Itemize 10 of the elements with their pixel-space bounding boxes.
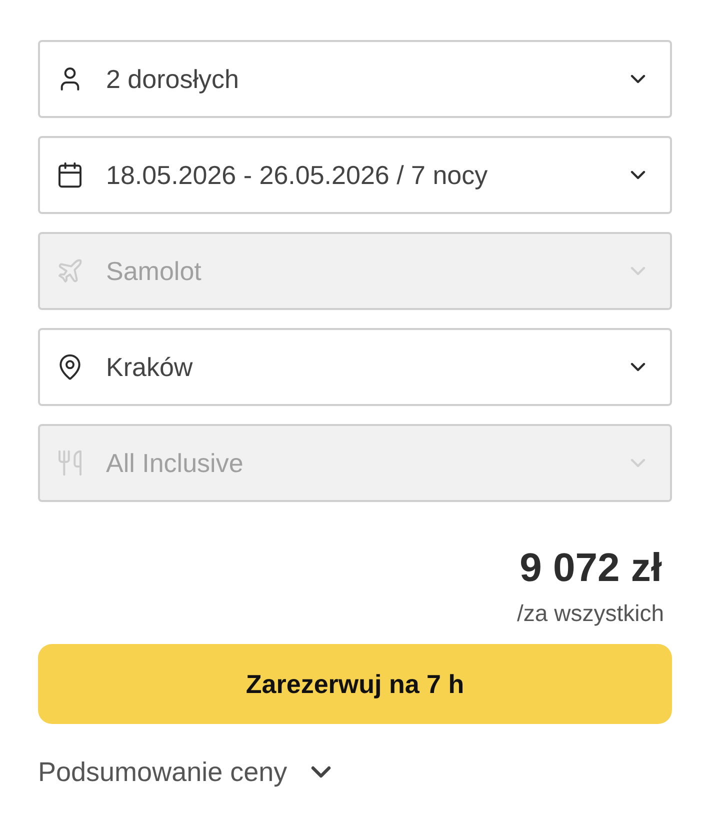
book-button[interactable]: Zarezerwuj na 7 h <box>38 644 672 724</box>
plane-icon <box>56 257 84 285</box>
departure-select[interactable]: Kraków <box>38 328 672 406</box>
fork-knife-icon <box>56 449 84 477</box>
calendar-icon <box>56 161 84 189</box>
travelers-select[interactable]: 2 dorosłych <box>38 40 672 118</box>
price-amount: 9 072 zł <box>520 545 663 592</box>
price-note: /za wszystkich <box>517 599 664 628</box>
dates-select[interactable]: 18.05.2026 - 26.05.2026 / 7 nocy <box>38 136 672 214</box>
price-summary-toggle[interactable]: Podsumowanie ceny <box>38 752 338 792</box>
